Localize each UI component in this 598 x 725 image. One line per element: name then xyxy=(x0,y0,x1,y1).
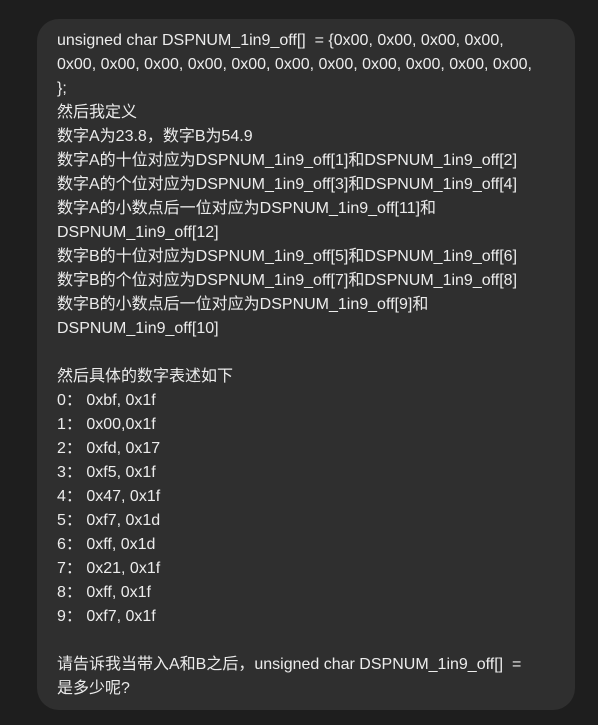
user-message-bubble: unsigned char DSPNUM_1in9_off[] = {0x00,… xyxy=(37,19,575,710)
digit-code-line: 2： 0xfd, 0x17 xyxy=(57,440,161,457)
digit-code-line: 4： 0x47, 0x1f xyxy=(57,488,161,505)
message-line: DSPNUM_1in9_off[10] xyxy=(57,320,219,337)
digit-code-line: 8： 0xff, 0x1f xyxy=(57,584,151,601)
digit-code-line: 9： 0xf7, 0x1f xyxy=(57,608,156,625)
message-line: 是多少呢? xyxy=(57,680,130,697)
message-line: 数字A的十位对应为DSPNUM_1in9_off[1]和DSPNUM_1in9_… xyxy=(57,152,518,169)
message-line: unsigned char DSPNUM_1in9_off[] = {0x00,… xyxy=(57,32,504,49)
message-line: 数字A的小数点后一位对应为DSPNUM_1in9_off[11]和 xyxy=(57,200,437,217)
message-line: 数字B的个位对应为DSPNUM_1in9_off[7]和DSPNUM_1in9_… xyxy=(57,272,518,289)
digit-code-line: 7： 0x21, 0x1f xyxy=(57,560,161,577)
message-line: 数字A为23.8，数字B为54.9 xyxy=(57,128,253,145)
message-line: 数字B的小数点后一位对应为DSPNUM_1in9_off[9]和 xyxy=(57,296,429,313)
digit-code-line: 1： 0x00,0x1f xyxy=(57,416,156,433)
message-line: 数字B的十位对应为DSPNUM_1in9_off[5]和DSPNUM_1in9_… xyxy=(57,248,518,265)
digit-code-line: 6： 0xff, 0x1d xyxy=(57,536,156,553)
digit-code-line: 3： 0xf5, 0x1f xyxy=(57,464,156,481)
message-line: 0x00, 0x00, 0x00, 0x00, 0x00, 0x00, 0x00… xyxy=(57,56,532,73)
message-line: 然后我定义 xyxy=(57,104,138,121)
digit-code-line: 5： 0xf7, 0x1d xyxy=(57,512,161,529)
message-line: 然后具体的数字表述如下 xyxy=(57,368,234,385)
message-line: 数字A的个位对应为DSPNUM_1in9_off[3]和DSPNUM_1in9_… xyxy=(57,176,518,193)
message-line: DSPNUM_1in9_off[12] xyxy=(57,224,219,241)
message-line: }; xyxy=(57,80,67,97)
digit-code-line: 0： 0xbf, 0x1f xyxy=(57,392,156,409)
message-line: 请告诉我当带入A和B之后，unsigned char DSPNUM_1in9_o… xyxy=(57,656,522,673)
